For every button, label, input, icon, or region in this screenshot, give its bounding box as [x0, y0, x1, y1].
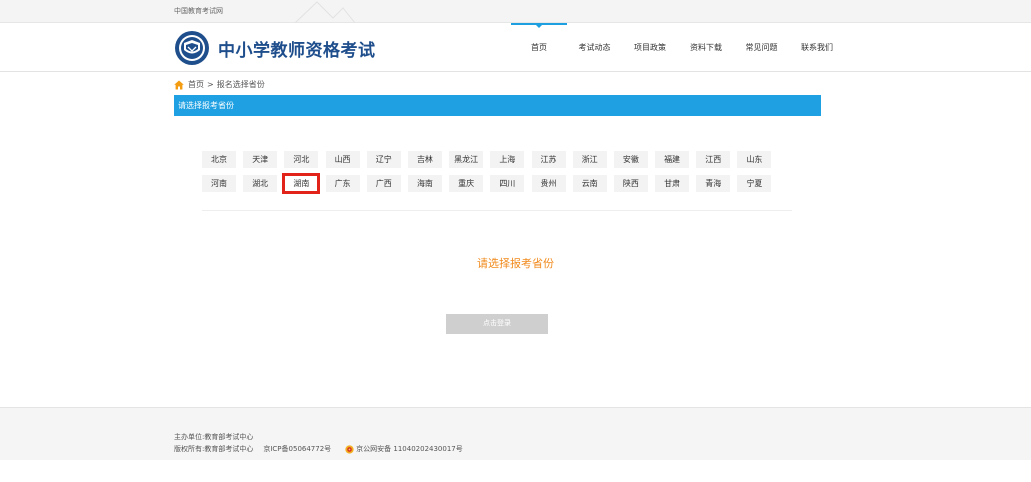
province-shandong[interactable]: 山东	[737, 151, 772, 168]
footer-copyright-label: 版权所有:	[174, 445, 205, 453]
footer-host-value: 教育部考试中心	[204, 433, 254, 441]
province-hunan[interactable]: 湖南	[282, 173, 321, 194]
province-jiangxi[interactable]: 江西	[696, 151, 731, 168]
province-shaanxi[interactable]: 陕西	[613, 175, 648, 192]
nav-exam-news[interactable]: 考试动态	[567, 23, 622, 72]
divider	[202, 210, 792, 211]
province-qinghai[interactable]: 青海	[696, 175, 731, 192]
province-anhui[interactable]: 安徽	[613, 151, 648, 168]
footer-icp-link[interactable]: 京ICP备05064772号	[263, 444, 331, 454]
province-fujian[interactable]: 福建	[655, 151, 690, 168]
select-province-prompt: 请选择报考省份	[477, 257, 554, 270]
breadcrumb-current: 报名选择省份	[216, 80, 265, 89]
province-liaoning[interactable]: 辽宁	[366, 151, 401, 168]
province-henan[interactable]: 河南	[202, 175, 236, 192]
nav-contact[interactable]: 联系我们	[789, 23, 845, 72]
province-heilongjiang[interactable]: 黑龙江	[449, 151, 484, 168]
footer-copyright: 版权所有: 教育部考试中心 京ICP备05064772号 京公网安备 110402…	[174, 444, 463, 454]
province-sichuan[interactable]: 四川	[490, 175, 525, 192]
province-hebei[interactable]: 河北	[284, 151, 319, 168]
footer-copyright-value: 教育部考试中心	[204, 445, 254, 453]
province-hainan[interactable]: 海南	[407, 175, 442, 192]
province-yunnan[interactable]: 云南	[572, 175, 607, 192]
province-guizhou[interactable]: 贵州	[531, 175, 566, 192]
nav-home[interactable]: 首页	[511, 23, 567, 72]
mountain-decoration	[295, 1, 355, 23]
province-guangxi[interactable]: 广西	[366, 175, 401, 192]
nav-faq[interactable]: 常见问题	[734, 23, 789, 72]
breadcrumb: 首页 > 报名选择省份	[174, 79, 265, 90]
province-row: 北京 天津 河北 山西 辽宁 吉林 黑龙江 上海 江苏 浙江 安徽 福建 江西 …	[202, 151, 792, 171]
province-row: 河南 湖北 湖南 广东 广西 海南 重庆 四川 贵州 云南 陕西 甘肃 青海 宁…	[202, 173, 792, 195]
breadcrumb-home[interactable]: 首页	[188, 79, 204, 90]
header: 中小学教师资格考试 首页 考试动态 项目政策 资料下载 常见问题 联系我们	[0, 23, 1031, 72]
province-jilin[interactable]: 吉林	[407, 151, 442, 168]
nav-policy[interactable]: 项目政策	[622, 23, 678, 72]
page: 中国教育考试网 中小学教师资格考试 首页 考试动态 项目政策 资料下载 常见问题…	[0, 0, 1031, 482]
site-name-link[interactable]: 中国教育考试网	[174, 6, 223, 16]
login-button[interactable]: 点击登录	[446, 314, 548, 334]
footer-police-link[interactable]: 京公网安备 11040202430017号	[356, 444, 463, 454]
province-hubei[interactable]: 湖北	[243, 175, 278, 192]
footer-host-label: 主办单位:	[174, 433, 205, 441]
nav-downloads[interactable]: 资料下载	[678, 23, 734, 72]
province-jiangsu[interactable]: 江苏	[531, 151, 566, 168]
province-beijing[interactable]: 北京	[202, 151, 236, 168]
province-ningxia[interactable]: 宁夏	[737, 175, 772, 192]
province-guangdong[interactable]: 广东	[325, 175, 360, 192]
province-shanghai[interactable]: 上海	[490, 151, 525, 168]
top-strip: 中国教育考试网	[0, 0, 1031, 23]
province-tianjin[interactable]: 天津	[243, 151, 278, 168]
footer: 主办单位:教育部考试中心 版权所有: 教育部考试中心 京ICP备05064772号…	[0, 407, 1031, 460]
section-title: 请选择报考省份	[174, 95, 821, 116]
province-gansu[interactable]: 甘肃	[655, 175, 690, 192]
logo-title[interactable]: 中小学教师资格考试	[218, 36, 376, 61]
province-chongqing[interactable]: 重庆	[449, 175, 484, 192]
province-shanxi[interactable]: 山西	[325, 151, 360, 168]
breadcrumb-separator: >	[207, 80, 214, 89]
logo-emblem-icon[interactable]	[174, 30, 210, 66]
main-nav: 首页 考试动态 项目政策 资料下载 常见问题 联系我们	[511, 23, 845, 72]
police-badge-icon	[345, 444, 354, 454]
province-grid: 北京 天津 河北 山西 辽宁 吉林 黑龙江 上海 江苏 浙江 安徽 福建 江西 …	[202, 151, 792, 199]
home-icon	[174, 80, 184, 89]
footer-host: 主办单位:教育部考试中心	[174, 432, 253, 442]
province-zhejiang[interactable]: 浙江	[572, 151, 607, 168]
